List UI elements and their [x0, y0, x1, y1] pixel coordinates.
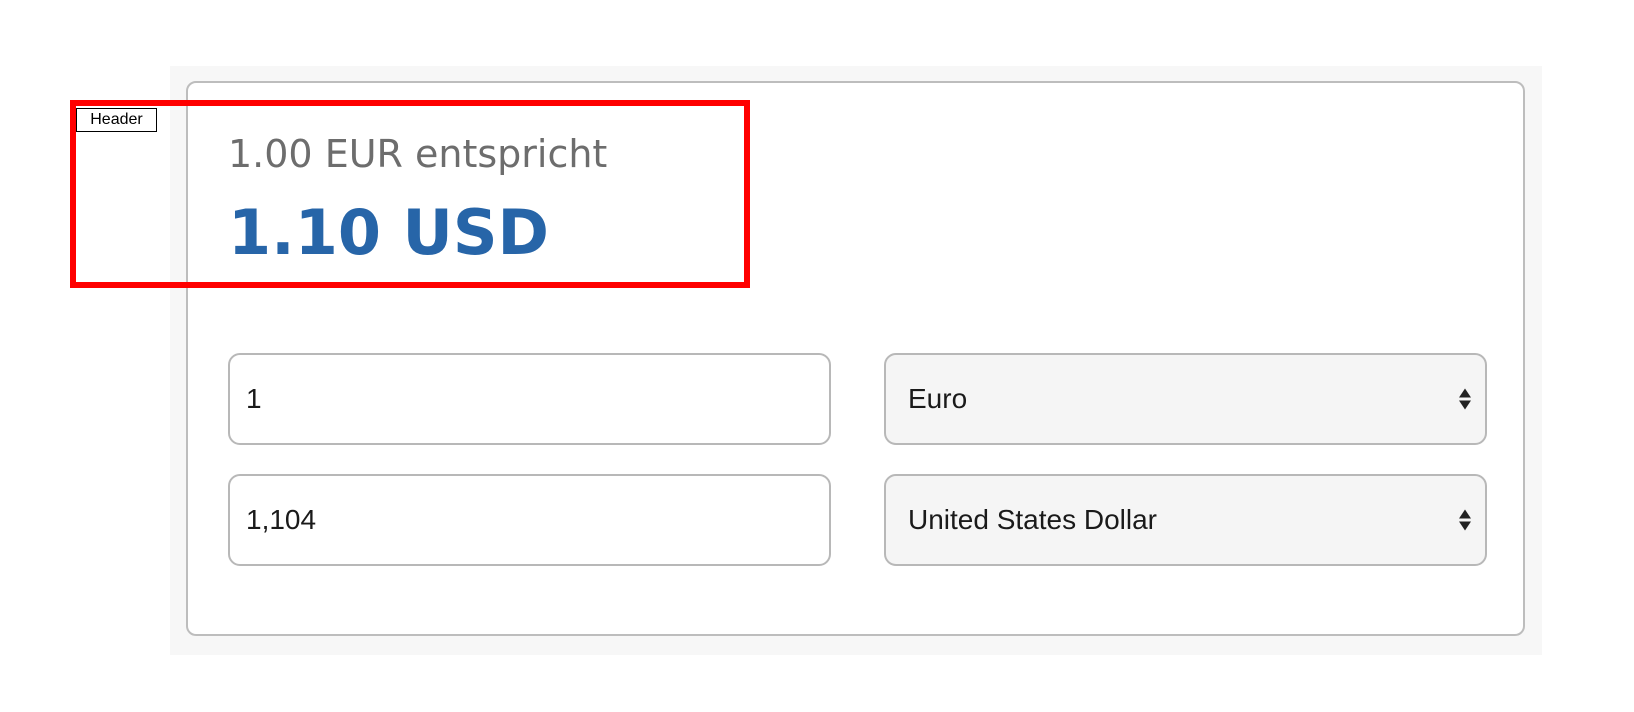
from-currency-select[interactable]: Euro: [884, 353, 1487, 445]
select-arrows-icon: [1459, 388, 1471, 410]
to-currency-value: United States Dollar: [908, 504, 1158, 535]
rate-subtitle: 1.00 EUR entspricht: [228, 132, 608, 176]
from-currency-value: Euro: [908, 383, 968, 414]
to-currency-select[interactable]: United States Dollar: [884, 474, 1487, 566]
page: 1.00 EUR entspricht 1.10 USD Euro United…: [0, 0, 1634, 712]
converted-result: 1.10 USD: [228, 196, 550, 269]
select-arrows-icon: [1459, 509, 1471, 531]
header-annotation-label: Header: [76, 108, 157, 132]
to-amount-input[interactable]: [228, 474, 831, 566]
from-amount-input[interactable]: [228, 353, 831, 445]
